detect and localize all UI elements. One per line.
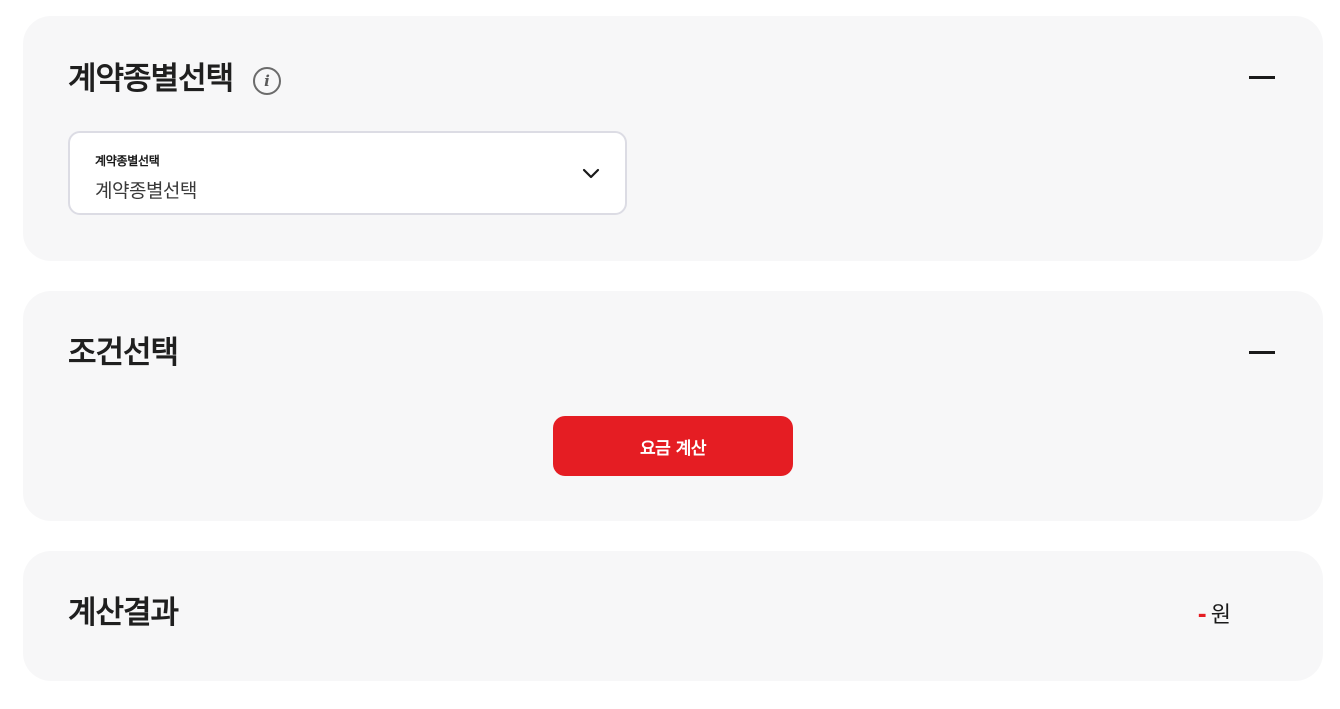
info-icon[interactable]: i [253, 67, 281, 95]
chevron-down-icon [582, 168, 600, 179]
result-section: 계산결과 - 원 [23, 551, 1323, 681]
collapse-minus-icon[interactable] [1249, 67, 1275, 87]
select-label: 계약종별선택 [95, 154, 160, 168]
select-value: 계약종별선택 [95, 180, 197, 202]
collapse-minus-icon[interactable] [1249, 342, 1275, 362]
contract-type-select[interactable]: 계약종별선택 계약종별선택 [68, 131, 627, 215]
contract-type-section: 계약종별선택 i 계약종별선택 계약종별선택 [23, 16, 1323, 261]
calculate-fee-button[interactable]: 요금 계산 [553, 416, 793, 476]
result-value: - [1197, 603, 1207, 628]
condition-section: 조건선택 요금 계산 [23, 291, 1323, 521]
result-title: 계산결과 [68, 595, 179, 631]
result-unit: 원 [1210, 603, 1231, 628]
condition-title: 조건선택 [68, 335, 179, 371]
result-amount: - 원 [1198, 597, 1231, 629]
contract-type-title: 계약종별선택 [68, 61, 234, 97]
